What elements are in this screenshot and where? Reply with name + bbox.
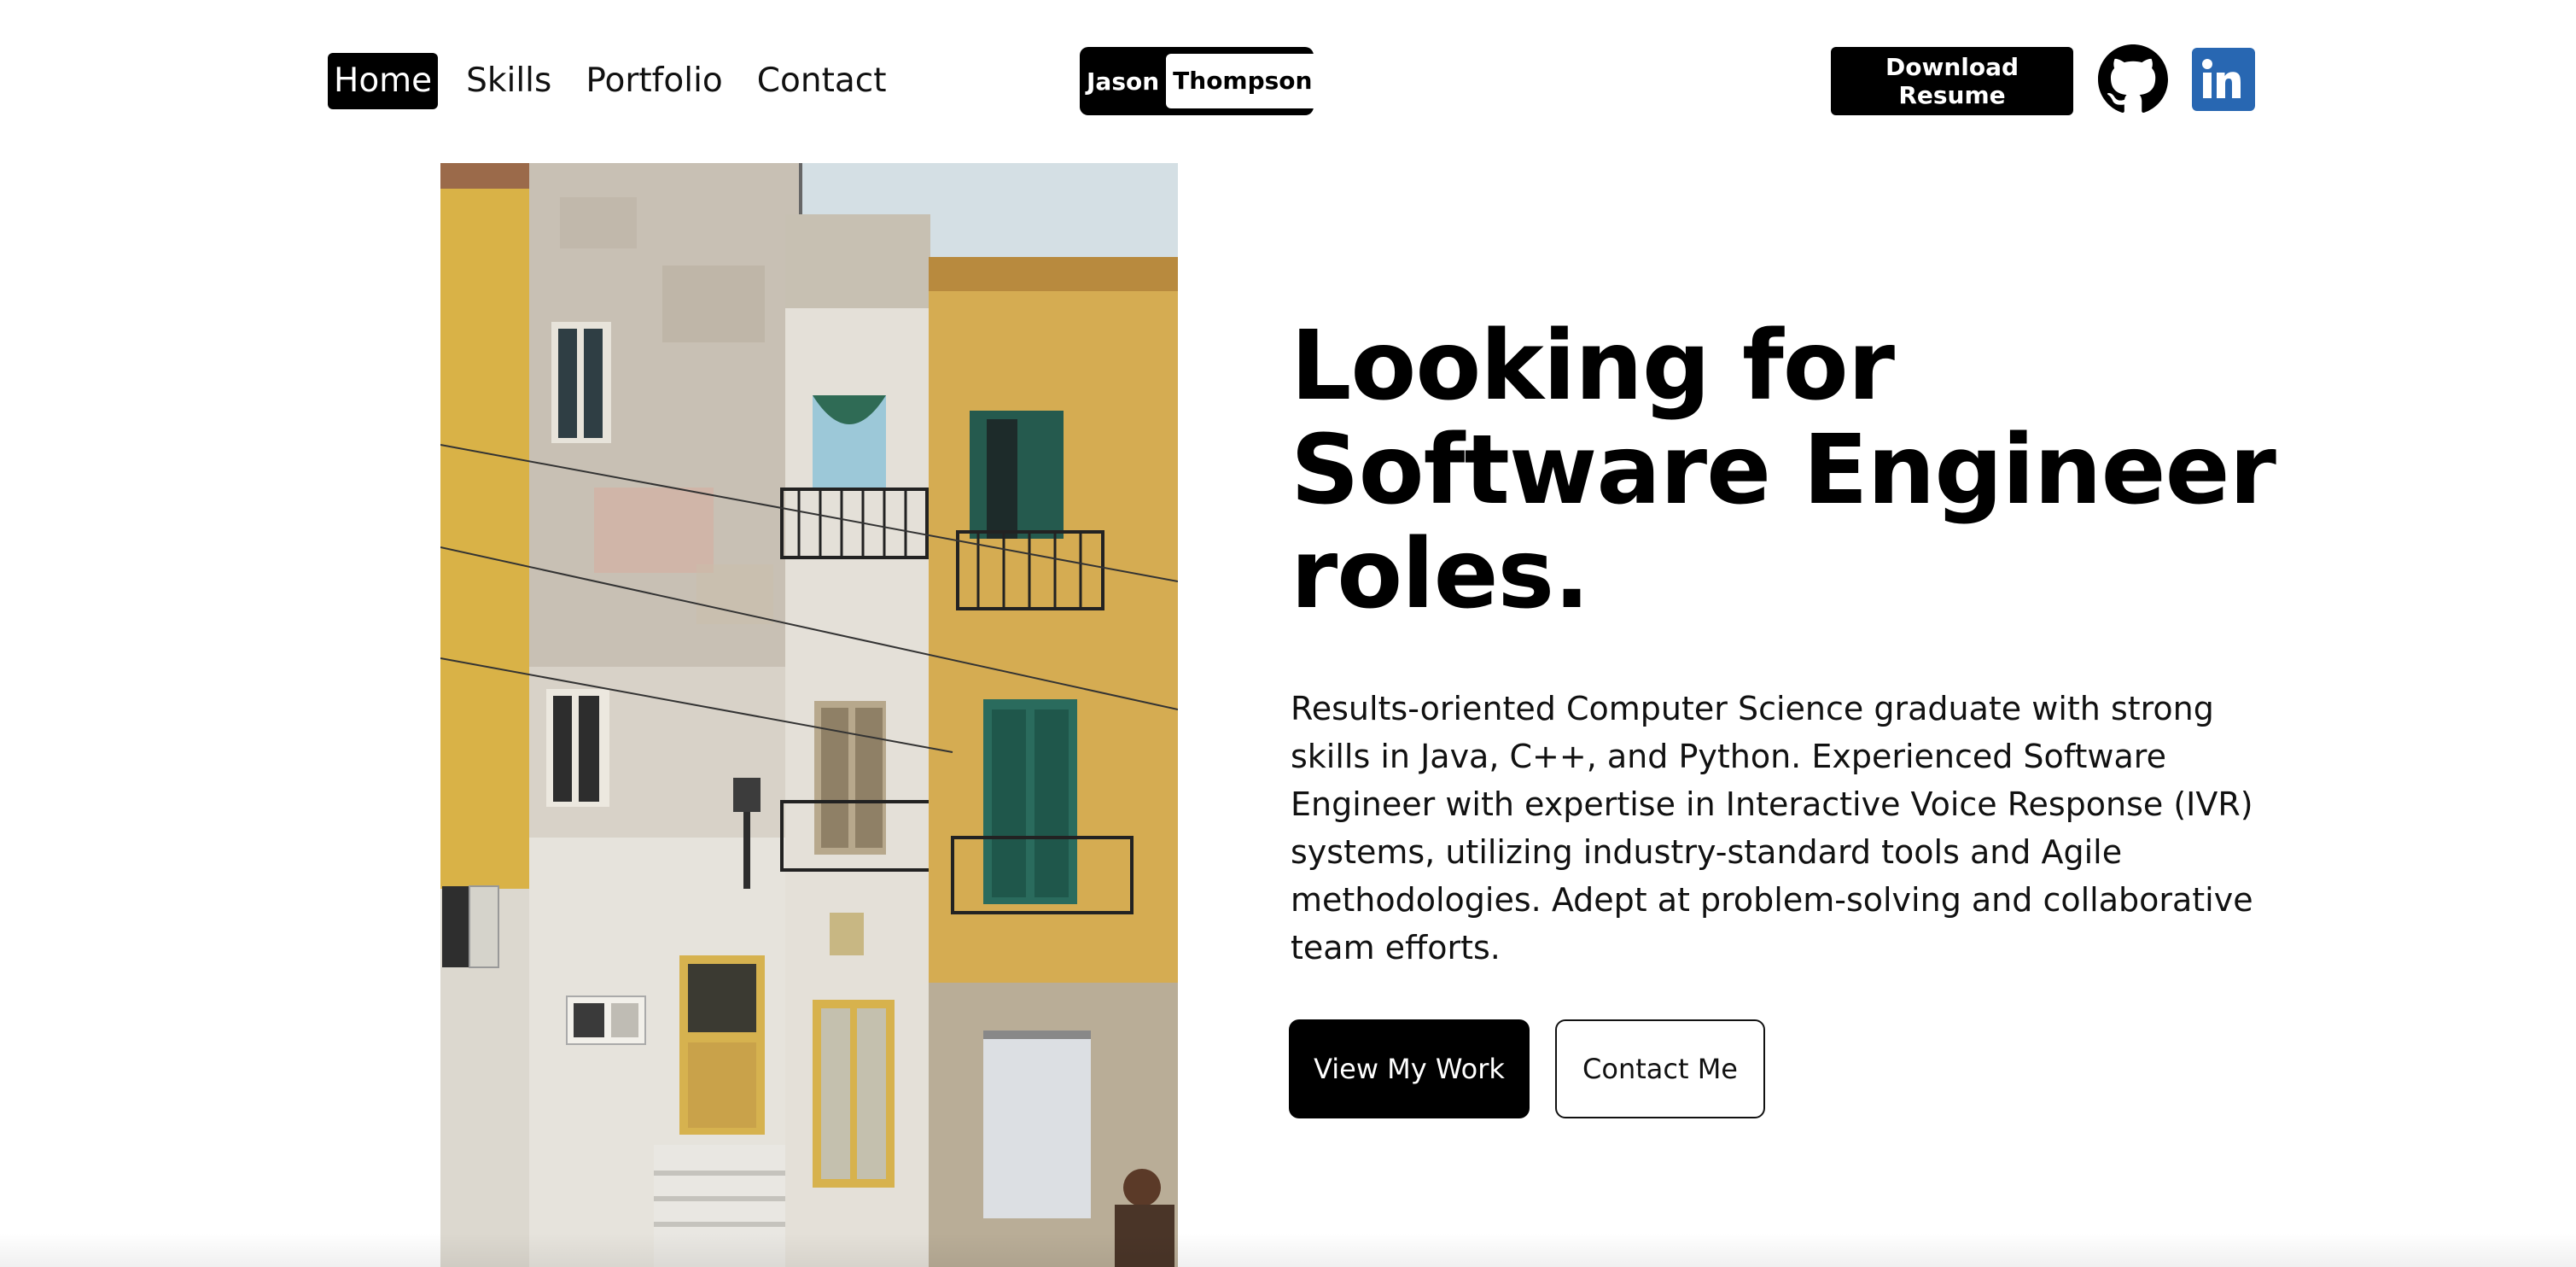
hero-section: Looking for Software Engineer roles. Res… xyxy=(1291,314,2298,972)
brand-logo[interactable]: Jason Thompson xyxy=(1080,47,1320,115)
nav-link-contact[interactable]: Contact xyxy=(751,53,893,109)
hero-cta-row: View My Work Contact Me xyxy=(1289,1019,1765,1118)
hero-description: Results-oriented Computer Science gradua… xyxy=(1291,690,2253,966)
top-navigation: Home Skills Portfolio Contact Jason Thom… xyxy=(0,0,2576,162)
hero-photo xyxy=(440,163,1178,1267)
hero-headline: Looking for Software Engineer roles. xyxy=(1291,311,2276,630)
nav-links: Home Skills Portfolio Contact xyxy=(328,53,915,109)
github-icon[interactable] xyxy=(2098,44,2168,114)
contact-me-button[interactable]: Contact Me xyxy=(1555,1019,1765,1118)
download-resume-button[interactable]: Download Resume xyxy=(1831,47,2073,115)
bottom-shadow xyxy=(0,1233,2576,1267)
nav-link-portfolio[interactable]: Portfolio xyxy=(580,53,728,109)
view-my-work-button[interactable]: View My Work xyxy=(1289,1019,1530,1118)
linkedin-icon[interactable] xyxy=(2192,48,2255,111)
portfolio-page: Home Skills Portfolio Contact Jason Thom… xyxy=(0,0,2576,1267)
nav-link-home[interactable]: Home xyxy=(328,53,439,109)
nav-link-skills[interactable]: Skills xyxy=(460,53,557,109)
brand-first-name: Jason xyxy=(1087,67,1160,96)
brand-last-name: Thompson xyxy=(1166,54,1320,108)
